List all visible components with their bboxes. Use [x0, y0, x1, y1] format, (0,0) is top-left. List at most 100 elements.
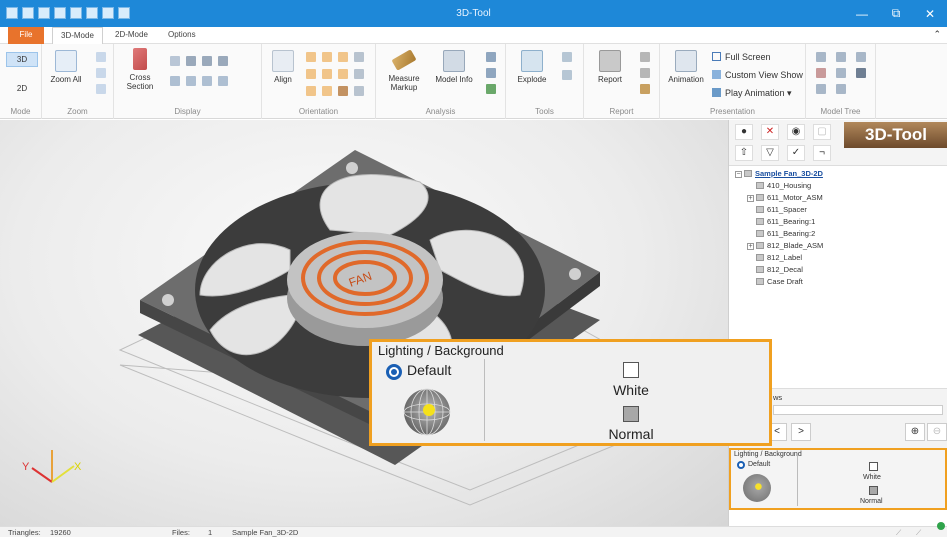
move-up-icon[interactable]: ⇧ [735, 145, 753, 161]
default-radio-small[interactable] [737, 461, 745, 469]
group-tools: Explode Tools [506, 44, 584, 119]
zoom-window-icon[interactable] [96, 52, 106, 62]
angle-icon[interactable] [486, 68, 496, 78]
tree-delete-icon[interactable] [816, 68, 826, 78]
default-radio[interactable] [386, 364, 402, 380]
shaded-icon[interactable] [170, 56, 180, 66]
shaded-edges-icon[interactable] [186, 56, 196, 66]
view-right-icon[interactable] [306, 69, 316, 79]
view-dim-icon[interactable] [306, 86, 316, 96]
disabled-icon[interactable]: ▢ [813, 124, 831, 140]
eye-icon[interactable]: ● [735, 124, 753, 140]
custom-view-show-button[interactable]: Custom View Show [712, 70, 803, 80]
tree-node[interactable]: Case Draft [735, 277, 945, 289]
tree-group-icon[interactable] [816, 84, 826, 94]
3d-viewport[interactable]: FAN Y X [0, 120, 728, 526]
collapse-icon[interactable]: ¬ [813, 145, 831, 161]
view-top-icon[interactable] [322, 69, 332, 79]
add-view-icon[interactable]: ⊕ [905, 423, 925, 441]
pin-icon[interactable]: ⟋ [916, 528, 921, 537]
minimize-button[interactable]: — [845, 0, 879, 27]
view-iso-icon[interactable] [354, 52, 364, 62]
next-view-button[interactable]: > [791, 423, 811, 441]
measure-markup-button[interactable]: Measure Markup [382, 48, 426, 92]
filter-icon[interactable]: ▽ [761, 145, 779, 161]
hidden-lines-icon[interactable] [218, 56, 228, 66]
tab-2d-mode[interactable]: 2D-Mode [107, 27, 156, 44]
target-icon[interactable]: ◉ [787, 124, 805, 140]
zoom-fit-icon[interactable] [96, 68, 106, 78]
model-info-button[interactable]: Model Info [430, 50, 478, 84]
normal-checkbox-small[interactable] [869, 486, 878, 495]
move-part-icon[interactable] [562, 52, 572, 62]
fan-model-render[interactable]: FAN Y X [0, 120, 728, 526]
tree-node[interactable]: 812_Label [735, 253, 945, 265]
full-screen-button[interactable]: Full Screen [712, 52, 771, 62]
tree-show-icon[interactable] [816, 52, 826, 62]
mount-hole [569, 268, 581, 280]
transparency-icon[interactable] [186, 76, 196, 86]
view-box-icon[interactable] [338, 86, 348, 96]
tree-node[interactable]: 812_Decal [735, 265, 945, 277]
zoom-pan-icon[interactable] [96, 84, 106, 94]
tree-node[interactable]: 410_Housing [735, 181, 945, 193]
expand-toggle-icon[interactable]: − [735, 171, 742, 178]
silhouette-icon[interactable] [202, 76, 212, 86]
tree-node[interactable]: +812_Blade_ASM [735, 241, 945, 253]
tree-node[interactable]: − Sample Fan_3D-2D [735, 169, 945, 181]
views-dropdown[interactable] [773, 405, 943, 415]
ribbon-collapse-icon[interactable]: ⌃ [933, 29, 941, 40]
mode-3d-button[interactable]: 3D [6, 52, 38, 67]
view-bottom-icon[interactable] [338, 69, 348, 79]
view-tri-icon[interactable] [322, 86, 332, 96]
tree-ungroup-icon[interactable] [836, 84, 846, 94]
rotate-icon[interactable] [354, 69, 364, 79]
expand-toggle-icon[interactable]: + [747, 195, 754, 202]
restore-button[interactable]: ⧉ [879, 0, 913, 27]
view-front-icon[interactable] [306, 52, 316, 62]
tree-hide-icon[interactable] [836, 52, 846, 62]
export-pdf-icon[interactable] [640, 68, 650, 78]
align-button[interactable]: Align [268, 50, 298, 84]
tree-help-icon[interactable] [856, 52, 866, 62]
check-icon[interactable]: ✓ [787, 145, 805, 161]
tab-options[interactable]: Options [160, 27, 204, 44]
perspective-icon[interactable] [170, 76, 180, 86]
animation-button[interactable]: Animation [664, 50, 708, 84]
rotate-part-icon[interactable] [562, 70, 572, 80]
distance-icon[interactable] [486, 52, 496, 62]
play-animation-button[interactable]: Play Animation ▾ [712, 88, 792, 99]
delete-icon[interactable]: ✕ [761, 124, 779, 140]
wireframe-icon[interactable] [202, 56, 212, 66]
tree-copy-icon[interactable] [836, 68, 846, 78]
expand-toggle-icon[interactable]: + [747, 243, 754, 250]
mode-2d-button[interactable]: 2D [6, 82, 38, 95]
compare-icon[interactable] [486, 84, 496, 94]
zoom-all-button[interactable]: Zoom All [46, 50, 86, 84]
white-checkbox[interactable] [623, 362, 639, 378]
view-back-icon[interactable] [322, 52, 332, 62]
normal-checkbox[interactable] [623, 406, 639, 422]
resize-icon[interactable]: ⟋ [896, 528, 901, 537]
tree-node[interactable]: 611_Bearing:2 [735, 229, 945, 241]
view-left-icon[interactable] [338, 52, 348, 62]
send-icon[interactable] [640, 84, 650, 94]
tree-node[interactable]: +611_Motor_ASM [735, 193, 945, 205]
tree-node[interactable]: 611_Bearing:1 [735, 217, 945, 229]
axis-y-label: Y [22, 461, 30, 473]
snapshot-icon[interactable] [640, 52, 650, 62]
tree-node[interactable]: 611_Spacer [735, 205, 945, 217]
remove-view-icon[interactable]: ⊖ [927, 423, 947, 441]
report-button[interactable]: Report [590, 50, 630, 84]
cross-section-button[interactable]: Cross Section [120, 48, 160, 91]
tree-node-label: Case Draft [767, 277, 803, 286]
view-more-icon[interactable] [354, 86, 364, 96]
tree-lock-icon[interactable] [856, 68, 866, 78]
light-icon[interactable] [218, 76, 228, 86]
white-checkbox-small[interactable] [869, 462, 878, 471]
explode-button[interactable]: Explode [512, 50, 552, 84]
close-button[interactable]: ✕ [913, 0, 947, 27]
tab-3d-mode[interactable]: 3D-Mode [52, 27, 103, 44]
group-display: Cross Section Display [114, 44, 262, 119]
tab-file[interactable]: File [8, 27, 44, 44]
